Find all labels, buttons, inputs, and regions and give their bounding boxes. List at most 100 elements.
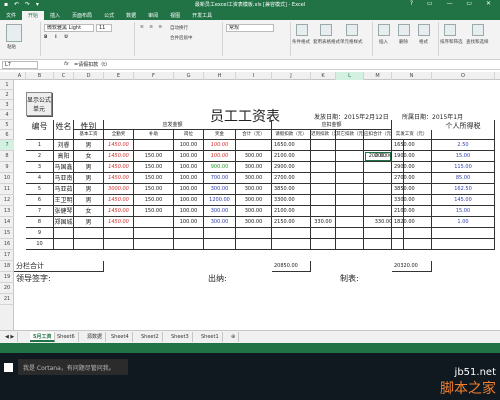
cell-post[interactable]: 100.00 [204, 140, 236, 151]
cell-subsidy[interactable]: 100.00 [174, 195, 204, 206]
cell-allowance[interactable]: 150.00 [134, 206, 174, 217]
cell-post[interactable] [204, 228, 236, 239]
header-base[interactable]: 基本工资 [74, 130, 104, 140]
column-header[interactable]: O [432, 72, 495, 80]
cell-base[interactable]: 1450.00 [104, 140, 134, 151]
cell-subsidy[interactable]: 100.00 [174, 151, 204, 162]
ribbon-tab[interactable]: 视图 [164, 11, 186, 20]
row-header[interactable]: 8 [0, 151, 14, 162]
cortana-search-box[interactable]: 我是 Cortana，有问题尽管问我。 [18, 359, 128, 375]
cell-name[interactable]: 马亚南 [54, 173, 74, 184]
cell-bonus[interactable] [236, 140, 272, 151]
cell-leave[interactable] [311, 195, 336, 206]
cell-leave[interactable] [311, 228, 336, 239]
cell-name[interactable]: 马国鑫 [54, 162, 74, 173]
cell-bonus[interactable] [236, 228, 272, 239]
cell-base[interactable]: 1450.00 [104, 206, 134, 217]
cell-gender[interactable]: 男 [74, 162, 104, 173]
row-header[interactable]: 21 [0, 294, 14, 305]
ribbon-tab[interactable]: 公式 [98, 11, 120, 20]
cell-tax[interactable]: 145.00 [432, 195, 495, 206]
column-header[interactable]: N [392, 72, 432, 80]
row-header[interactable]: 11 [0, 184, 14, 195]
cell-leave[interactable] [311, 206, 336, 217]
cell-base[interactable]: 1450.00 [104, 195, 134, 206]
row-header[interactable]: 4 [0, 110, 14, 120]
cell-late[interactable] [336, 162, 364, 173]
cell-name[interactable]: 马亚茹 [54, 184, 74, 195]
ribbon-tab[interactable]: 开发工具 [186, 11, 218, 20]
cell-no[interactable]: 3 [26, 162, 54, 173]
cell-gender[interactable]: 男 [74, 217, 104, 228]
ribbon-tab[interactable]: 审阅 [142, 11, 164, 20]
cell-late[interactable] [336, 228, 364, 239]
ribbon-tab[interactable]: 页面布局 [66, 11, 98, 20]
cell-total[interactable]: 2700.00 [272, 173, 311, 184]
cell-actual[interactable]: 1900.00 [392, 151, 432, 162]
cell-no[interactable]: 6 [26, 195, 54, 206]
cell-allowance[interactable]: 150.00 [134, 184, 174, 195]
cell-bonus[interactable]: 300.00 [236, 217, 272, 228]
cell-name[interactable]: 刘睿 [54, 140, 74, 151]
cell-actual[interactable]: 1650.00 [392, 140, 432, 151]
cell-base[interactable]: 1450.00 [104, 217, 134, 228]
cell-base[interactable]: 1450.00 [104, 173, 134, 184]
cell-actual[interactable]: 1820.00 [392, 217, 432, 228]
row-header[interactable]: 5 [0, 120, 14, 130]
cell-no[interactable]: 1 [26, 140, 54, 151]
header-other[interactable]: 其它扣款（元） [336, 130, 364, 140]
paste-icon[interactable] [6, 24, 22, 42]
cell-no[interactable]: 4 [26, 173, 54, 184]
cell-gender[interactable]: 男 [74, 173, 104, 184]
cell-tax[interactable]: 115.00 [432, 162, 495, 173]
header-deduct-total[interactable]: 应扣合计（元） [364, 130, 392, 140]
column-header[interactable]: A [14, 72, 26, 80]
row-header[interactable]: 19 [0, 272, 14, 283]
ribbon-tab[interactable]: 开始 [22, 11, 45, 20]
window-controls[interactable]: ? ▭ — ▭ ✕ [410, 0, 497, 7]
font-style-buttons[interactable]: B I U [44, 35, 71, 40]
cell-subsidy[interactable]: 100.00 [174, 217, 204, 228]
row-header[interactable]: 13 [0, 206, 14, 217]
column-header[interactable]: D [74, 72, 104, 80]
cell-tax[interactable]: 15.00 [432, 151, 495, 162]
cell-bonus[interactable]: 300.00 [236, 184, 272, 195]
cell-subsidy[interactable]: 100.00 [174, 184, 204, 195]
cell-tax[interactable]: 2.50 [432, 140, 495, 151]
cell-total[interactable]: 3300.00 [272, 195, 311, 206]
sheet-tab[interactable]: Sheet3 [168, 332, 193, 342]
subtotal-label[interactable]: 分栏合计 [14, 261, 104, 272]
cell-post[interactable]: 100.00 [204, 151, 236, 162]
number-format-select[interactable]: 常规 [226, 24, 274, 32]
column-header[interactable]: E [104, 72, 134, 80]
row-header[interactable]: 15 [0, 228, 14, 239]
cell-late[interactable] [336, 184, 364, 195]
cell-tax[interactable]: 162.50 [432, 184, 495, 195]
row-header[interactable]: 14 [0, 217, 14, 228]
cell-actual[interactable]: 3300.00 [392, 195, 432, 206]
cell-tax[interactable] [432, 239, 495, 250]
cell-total[interactable]: 1650.00 [272, 140, 311, 151]
cell-bonus[interactable]: 300.00 [236, 206, 272, 217]
cell-late[interactable] [336, 217, 364, 228]
sheet-tab[interactable]: Sheet4 [108, 332, 133, 342]
cell-actual[interactable] [392, 239, 432, 250]
cell-name[interactable] [54, 239, 74, 250]
cell-total[interactable] [272, 228, 311, 239]
cell-gender[interactable] [74, 228, 104, 239]
cell-actual[interactable]: 2100.00 [392, 206, 432, 217]
cell-leave[interactable] [311, 184, 336, 195]
header-total[interactable]: 合计（元） [236, 130, 272, 140]
cell-allowance[interactable] [134, 217, 174, 228]
subtotal-actual[interactable]: 20320.00 [392, 261, 432, 272]
cell-base[interactable]: 3000.00 [104, 184, 134, 195]
add-sheet-icon[interactable]: ⊕ [228, 332, 240, 342]
ribbon-tab[interactable]: 文件 [0, 11, 22, 20]
cell-allowance[interactable]: 150.00 [134, 162, 174, 173]
ribbon-tab[interactable]: 插入 [44, 11, 66, 20]
header-leave[interactable]: 请假扣款（元） [272, 130, 311, 140]
cell-allowance[interactable] [134, 228, 174, 239]
column-header[interactable]: M [364, 72, 392, 80]
cell-subsidy[interactable]: 100.00 [174, 162, 204, 173]
column-header[interactable]: J [272, 72, 311, 80]
